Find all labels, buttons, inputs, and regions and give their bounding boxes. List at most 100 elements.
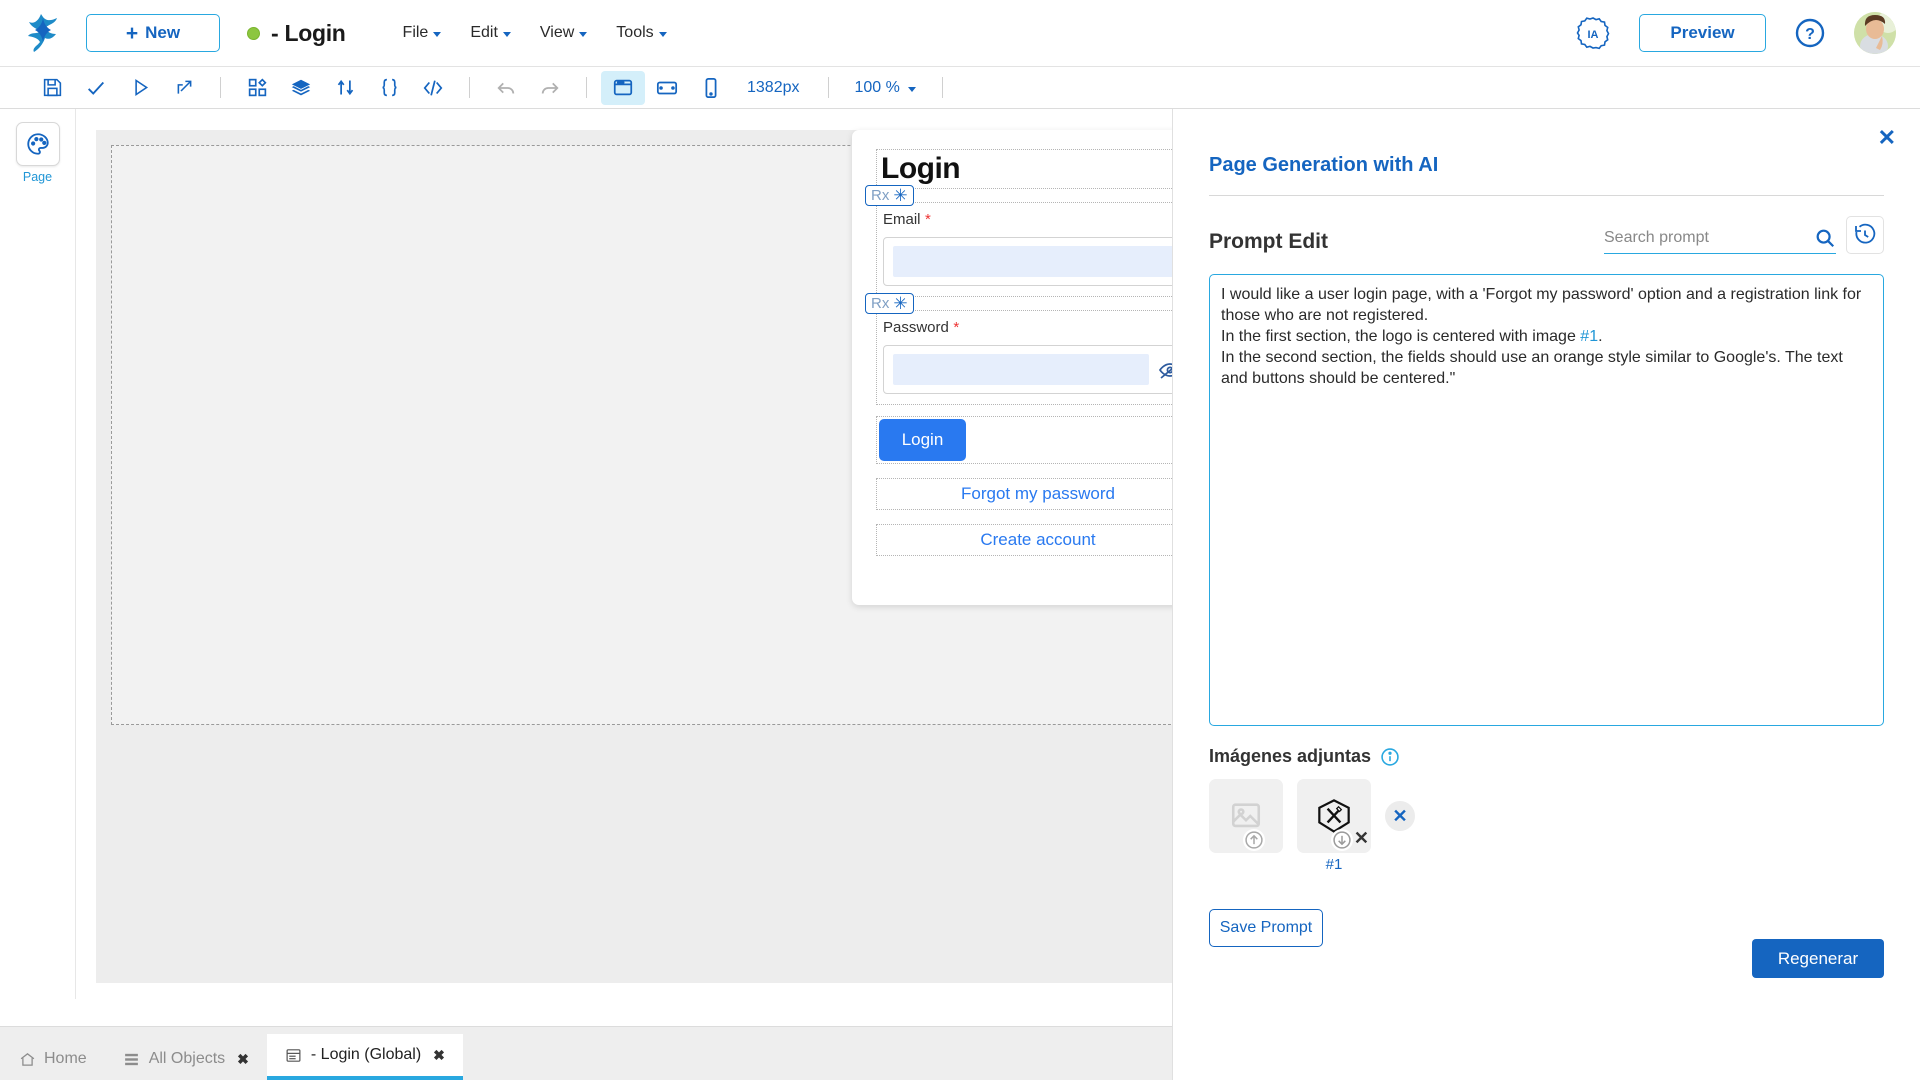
components-icon[interactable] (235, 71, 279, 105)
toolbar-divider (586, 77, 587, 98)
app-logo[interactable] (0, 12, 86, 54)
tab-home[interactable]: Home (0, 1038, 105, 1080)
toolbar-divider (220, 77, 221, 98)
image-placeholder-icon (1229, 799, 1263, 833)
search-prompt-field[interactable] (1604, 227, 1836, 254)
email-field-label: Email (883, 211, 921, 228)
validate-check-icon[interactable] (74, 71, 118, 105)
prompt-textarea[interactable]: I would like a user login page, with a '… (1209, 274, 1884, 726)
user-avatar[interactable] (1854, 12, 1896, 54)
export-share-icon[interactable] (162, 71, 206, 105)
prompt-edit-row: Prompt Edit (1173, 196, 1920, 254)
desktop-view-icon[interactable] (601, 71, 645, 105)
menu-bar: File Edit View Tools (403, 24, 667, 42)
forgot-password-link[interactable]: Forgot my password (961, 484, 1115, 503)
layers-icon[interactable] (279, 71, 323, 105)
mobile-view-icon[interactable] (689, 71, 733, 105)
chevron-down-icon (433, 32, 441, 37)
search-icon[interactable] (1814, 227, 1836, 249)
menu-tools[interactable]: Tools (616, 24, 666, 42)
rx-marker-prefix: Rx (871, 187, 889, 204)
tablet-view-icon[interactable] (645, 71, 689, 105)
download-arrow-icon[interactable] (1331, 829, 1353, 851)
login-button-container[interactable]: Login (876, 416, 1172, 464)
menu-edit-label: Edit (470, 24, 498, 42)
login-title-container[interactable]: Login (876, 149, 1172, 189)
top-header: + New - Login File Edit View Tools (0, 0, 1920, 67)
remove-attachment-button[interactable]: ✕ (1385, 801, 1415, 831)
menu-file[interactable]: File (403, 24, 442, 42)
ai-generation-panel: ✕ Page Generation with AI Prompt Edit (1172, 109, 1920, 1080)
eye-off-icon[interactable] (1157, 357, 1172, 383)
login-submit-button[interactable]: Login (879, 419, 966, 461)
save-icon[interactable] (30, 71, 74, 105)
toolbar-divider (469, 77, 470, 98)
asterisk-icon: ✳ (893, 295, 907, 312)
password-input-inner (893, 354, 1149, 385)
attachments-list: ✕ #1 ✕ (1173, 767, 1920, 873)
menu-view[interactable]: View (540, 24, 587, 42)
canvas-width-value[interactable]: 1382px (733, 79, 814, 97)
rx-marker-badge[interactable]: Rx ✳ (865, 185, 914, 206)
prompt-line-1: I would like a user login page, with a '… (1221, 286, 1861, 324)
sidebar-item-page[interactable]: Page (10, 122, 66, 184)
search-input[interactable] (1604, 229, 1814, 247)
preview-button-label: Preview (1670, 23, 1734, 43)
code-icon[interactable] (411, 71, 455, 105)
close-icon[interactable]: ✕ (1878, 125, 1896, 151)
create-account-container[interactable]: Create account (876, 524, 1172, 556)
login-form-card[interactable]: Login Rx ✳ Email * R (852, 130, 1172, 605)
password-input[interactable] (883, 345, 1172, 394)
undo-icon[interactable] (484, 71, 528, 105)
prompt-history-button[interactable] (1846, 216, 1884, 254)
zoom-selector[interactable]: 100 % (843, 79, 928, 97)
upload-image-placeholder[interactable] (1209, 779, 1283, 853)
header-actions: IA Preview ? (1575, 12, 1920, 54)
email-input-inner (893, 246, 1172, 277)
design-canvas[interactable]: Login Rx ✳ Email * R (76, 109, 1172, 999)
history-clock-icon (1853, 223, 1877, 247)
email-input[interactable] (883, 237, 1172, 286)
asterisk-icon: ✳ (893, 187, 907, 204)
delete-attachment-icon[interactable]: ✕ (1354, 828, 1369, 849)
frog-logo-icon (23, 12, 63, 54)
document-title: - Login (271, 20, 346, 47)
tab-home-label: Home (44, 1050, 87, 1068)
chevron-down-icon (503, 32, 511, 37)
app-root: + New - Login File Edit View Tools (0, 0, 1920, 1080)
close-icon[interactable]: ✖ (237, 1051, 249, 1068)
status-dot (247, 27, 260, 40)
variables-icon[interactable] (323, 71, 367, 105)
email-field-group[interactable]: Rx ✳ Email * (876, 202, 1172, 297)
tab-all-objects-label: All Objects (149, 1050, 225, 1068)
braces-icon[interactable] (367, 71, 411, 105)
image-reference-link[interactable]: #1 (1580, 328, 1598, 345)
forgot-password-container[interactable]: Forgot my password (876, 478, 1172, 510)
redo-icon[interactable] (528, 71, 572, 105)
menu-edit[interactable]: Edit (470, 24, 511, 42)
create-account-link[interactable]: Create account (980, 530, 1095, 549)
chevron-down-icon (579, 32, 587, 37)
tab-login-global[interactable]: - Login (Global) ✖ (267, 1034, 463, 1080)
rx-marker-badge[interactable]: Rx ✳ (865, 293, 914, 314)
password-field-group[interactable]: Rx ✳ Password * (876, 310, 1172, 405)
ia-assistant-button[interactable]: IA (1575, 15, 1611, 51)
run-play-icon[interactable] (118, 71, 162, 105)
info-icon[interactable] (1380, 747, 1400, 767)
close-icon[interactable]: ✖ (433, 1047, 445, 1064)
regenerate-button[interactable]: Regenerar (1752, 939, 1884, 978)
menu-file-label: File (403, 24, 429, 42)
document-status: - Login (247, 20, 346, 47)
attachment-slot-empty (1209, 779, 1283, 856)
new-button[interactable]: + New (86, 14, 220, 52)
password-field-label: Password (883, 319, 949, 336)
upload-arrow-icon[interactable] (1243, 829, 1265, 851)
preview-button[interactable]: Preview (1639, 14, 1766, 52)
save-prompt-button[interactable]: Save Prompt (1209, 909, 1323, 947)
tab-all-objects[interactable]: All Objects ✖ (105, 1038, 267, 1080)
svg-text:?: ? (1805, 26, 1815, 43)
restaurant-logo-thumbnail[interactable]: ✕ (1297, 779, 1371, 853)
help-button[interactable]: ? (1794, 17, 1826, 49)
prompt-search-group (1604, 216, 1884, 254)
zoom-value: 100 % (855, 79, 900, 97)
